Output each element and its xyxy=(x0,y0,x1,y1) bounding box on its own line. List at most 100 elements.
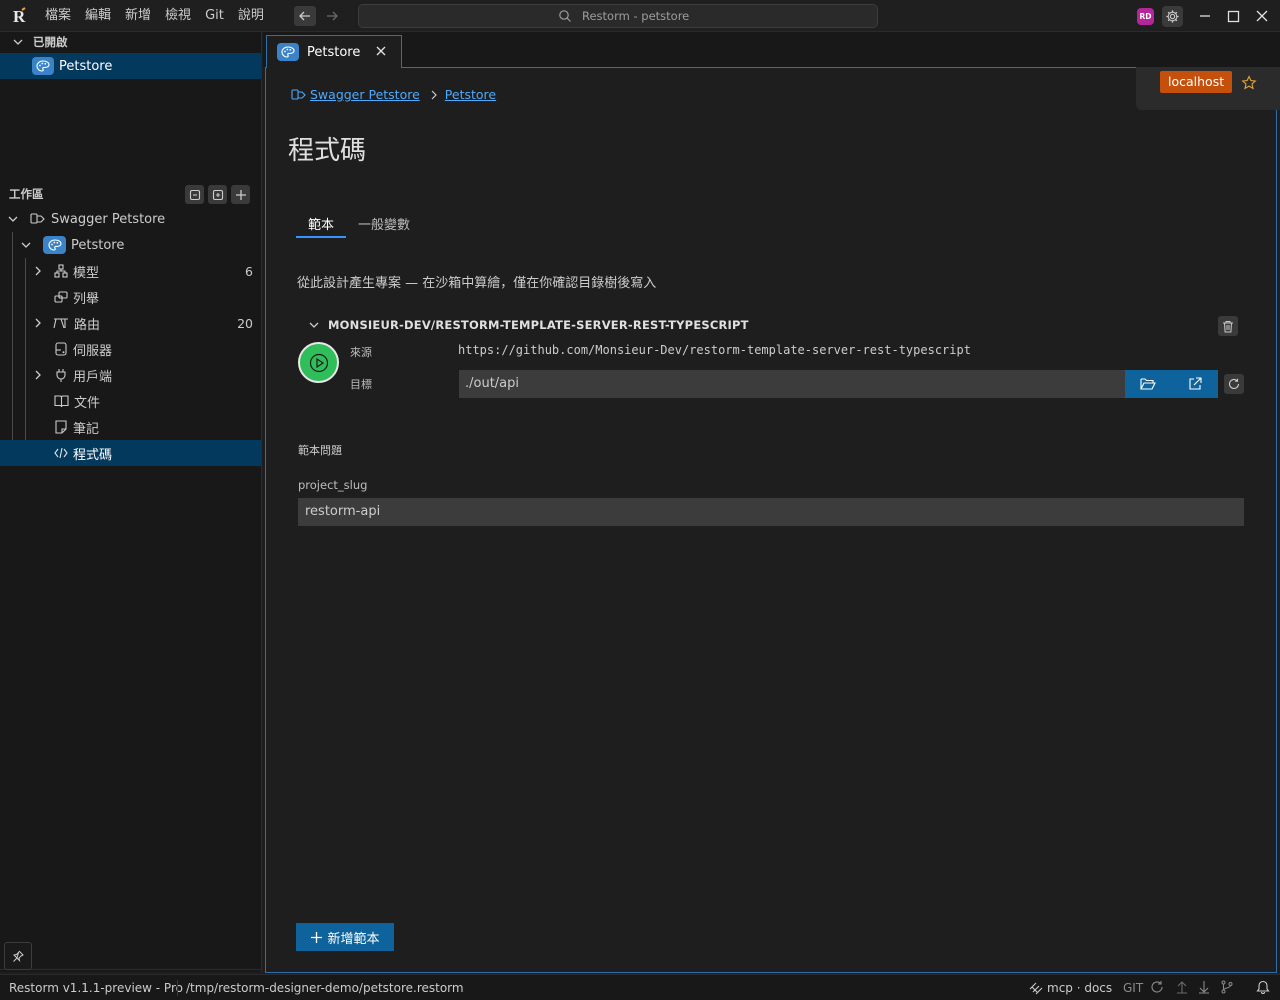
divider xyxy=(0,969,262,970)
version-text[interactable]: Restorm v1.1.1-preview - Pro xyxy=(9,975,183,1000)
git-pull-icon[interactable] xyxy=(1197,980,1211,994)
minimize-button[interactable] xyxy=(1195,6,1215,26)
tree-root-swagger-petstore[interactable]: Swagger Petstore xyxy=(0,206,261,232)
tab-petstore[interactable]: Petstore xyxy=(266,35,402,68)
back-button[interactable] xyxy=(294,6,316,26)
menu-view[interactable]: 檢視 xyxy=(158,4,198,28)
trash-icon xyxy=(1223,320,1233,332)
minimize-icon xyxy=(1200,15,1210,17)
target-path-input[interactable]: ./out/api xyxy=(459,370,1125,398)
pin-button[interactable] xyxy=(4,942,32,970)
tree-item-docs[interactable]: 文件 xyxy=(0,388,261,414)
mcp-icon xyxy=(1029,982,1043,995)
collapse-all-icon xyxy=(189,189,200,200)
note-icon xyxy=(55,420,67,434)
close-window-button[interactable] xyxy=(1252,6,1272,26)
open-item-petstore[interactable]: Petstore xyxy=(0,53,261,79)
menu-edit[interactable]: 編輯 xyxy=(78,4,118,28)
tree-item-notes[interactable]: 筆記 xyxy=(0,414,261,440)
tab-templates[interactable]: 範本 xyxy=(308,214,334,233)
git-push-icon[interactable] xyxy=(1175,980,1189,994)
delete-template-button[interactable] xyxy=(1218,316,1238,336)
title-bar: R 檔案 編輯 新增 檢視 Git 說明 Restorm - petstore … xyxy=(0,0,1280,32)
star-icon[interactable] xyxy=(1241,75,1257,91)
refresh-button[interactable] xyxy=(1224,374,1244,394)
tree-item-servers[interactable]: 伺服器 xyxy=(0,336,261,362)
mcp-docs-status[interactable]: mcp · docs xyxy=(1047,975,1112,1000)
tab-label: Petstore xyxy=(307,44,361,60)
chevron-right-icon xyxy=(431,90,437,99)
settings-button[interactable] xyxy=(1162,6,1183,27)
source-url: https://github.com/Monsieur-Dev/restorm-… xyxy=(458,343,971,357)
tree-item-code[interactable]: 程式碼 xyxy=(0,440,261,466)
open-external-button[interactable] xyxy=(1172,370,1218,398)
breadcrumb: Swagger Petstore Petstore xyxy=(291,87,496,102)
menu-bar: 檔案 編輯 新增 檢視 Git 說明 xyxy=(38,0,271,32)
add-workspace-button[interactable] xyxy=(231,185,250,204)
bell-icon[interactable] xyxy=(1256,980,1270,994)
add-template-button[interactable]: 新增範本 xyxy=(296,923,394,951)
play-icon xyxy=(309,353,328,372)
tree-project-petstore[interactable]: Petstore xyxy=(0,232,261,258)
palette-icon xyxy=(32,57,54,75)
expand-all-icon xyxy=(212,189,223,200)
template-questions-title: 範本問題 xyxy=(298,444,342,457)
expand-all-button[interactable] xyxy=(208,185,227,204)
forward-button[interactable] xyxy=(321,6,343,26)
server-icon xyxy=(55,342,67,356)
breadcrumb-root-link[interactable]: Swagger Petstore xyxy=(310,87,420,102)
tree-item-models[interactable]: 模型 6 xyxy=(0,258,261,284)
external-link-icon xyxy=(1189,377,1202,390)
project-slug-input[interactable]: restorm-api xyxy=(298,498,1244,526)
tree-item-clients[interactable]: 用戶端 xyxy=(0,362,261,388)
chevron-down-icon xyxy=(13,39,23,45)
close-icon[interactable] xyxy=(375,45,387,57)
environment-badge[interactable]: localhost xyxy=(1160,71,1233,93)
command-search[interactable]: Restorm - petstore xyxy=(358,4,878,28)
active-tab-indicator xyxy=(296,236,346,238)
breadcrumb-current-link[interactable]: Petstore xyxy=(445,87,496,102)
status-bar: Restorm v1.1.1-preview - Pro /tmp/restor… xyxy=(0,974,1280,1000)
collapse-all-button[interactable] xyxy=(185,185,204,204)
search-icon xyxy=(559,10,571,22)
maximize-icon xyxy=(1227,10,1239,22)
code-icon xyxy=(54,447,68,459)
divider xyxy=(177,980,178,996)
description-text: 從此設計產生專案 — 在沙箱中算繪，僅在你確認目錄樹後寫入 xyxy=(297,276,657,291)
git-refresh-icon[interactable] xyxy=(1150,980,1164,994)
tree-item-routes[interactable]: 路由 20 xyxy=(0,310,261,336)
chevron-down-icon xyxy=(21,242,31,248)
gear-icon xyxy=(1166,10,1179,23)
arrow-left-icon xyxy=(299,11,310,21)
tab-general-variables[interactable]: 一般變數 xyxy=(358,214,410,233)
git-label: GIT xyxy=(1123,981,1144,995)
run-template-button[interactable] xyxy=(298,342,339,383)
search-text: Restorm - petstore xyxy=(582,9,690,23)
browse-folder-button[interactable] xyxy=(1125,370,1171,398)
avatar[interactable]: RD xyxy=(1137,8,1154,25)
enum-icon xyxy=(54,291,68,303)
page-title: 程式碼 xyxy=(288,136,367,166)
menu-help[interactable]: 說明 xyxy=(231,4,271,28)
menu-new[interactable]: 新增 xyxy=(118,4,158,28)
book-icon xyxy=(54,395,69,408)
chevron-right-icon xyxy=(35,266,41,276)
menu-file[interactable]: 檔案 xyxy=(38,4,78,28)
menu-git[interactable]: Git xyxy=(198,4,231,28)
environment-panel: localhost xyxy=(1136,67,1280,110)
file-path[interactable]: /tmp/restorm-designer-demo/petstore.rest… xyxy=(186,975,464,1000)
workspace-actions xyxy=(185,185,250,204)
git-branch-icon[interactable] xyxy=(1220,980,1234,994)
app-logo-icon: R xyxy=(10,7,28,25)
project-slug-label: project_slug xyxy=(298,478,368,492)
palette-icon xyxy=(43,236,66,254)
maximize-button[interactable] xyxy=(1223,6,1243,26)
chevron-right-icon xyxy=(35,318,41,328)
plus-icon xyxy=(311,931,323,943)
refresh-icon xyxy=(1228,378,1240,389)
tree-item-enums[interactable]: 列舉 xyxy=(0,284,261,310)
open-editors-header[interactable]: 已開啟 xyxy=(0,32,262,52)
template-header[interactable]: MONSIEUR-DEV/RESTORM-TEMPLATE-SERVER-RES… xyxy=(308,318,749,332)
template-name: MONSIEUR-DEV/RESTORM-TEMPLATE-SERVER-RES… xyxy=(328,318,749,332)
target-actions xyxy=(1125,370,1218,398)
